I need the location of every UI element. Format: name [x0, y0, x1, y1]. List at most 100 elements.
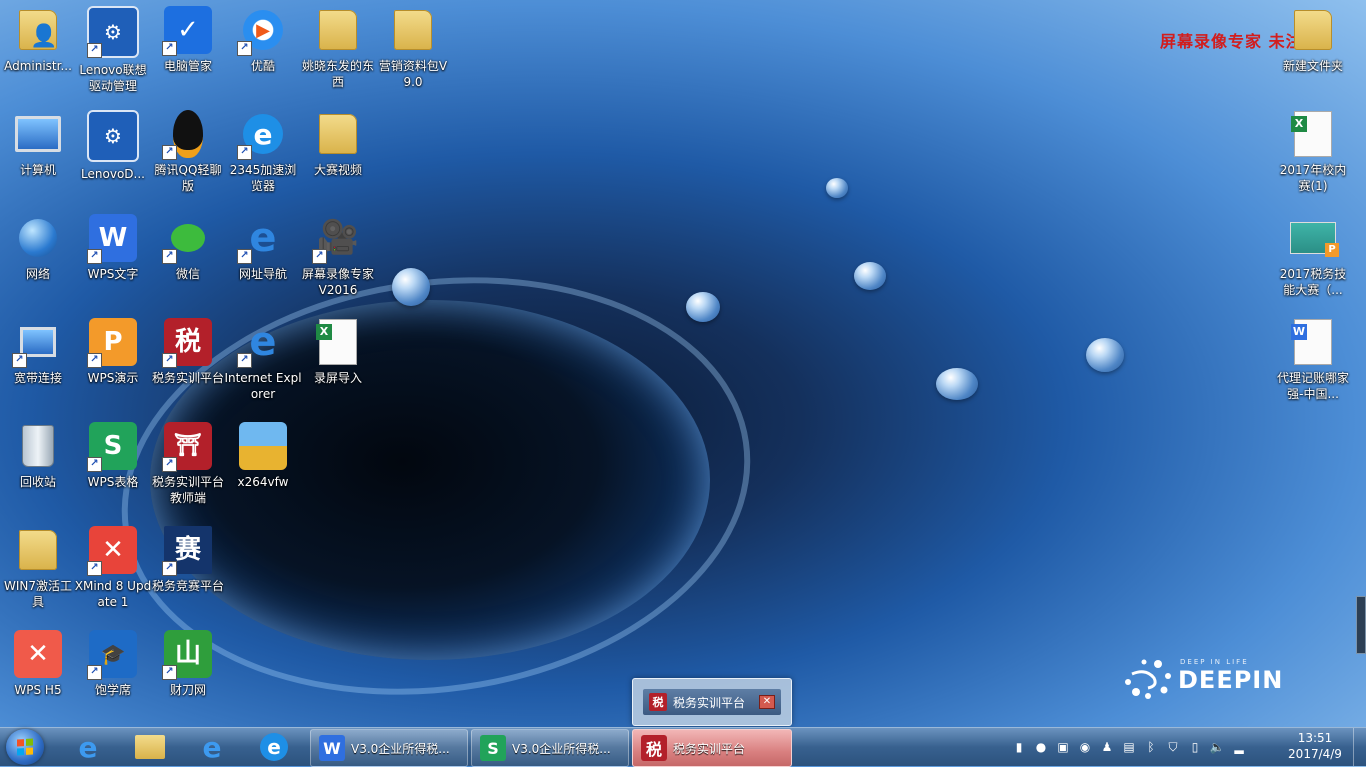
- desktop-icon-computer[interactable]: 计算机: [1, 110, 75, 178]
- taskbar-button-tax-training[interactable]: 税 税务实训平台: [632, 729, 792, 767]
- wechat-tray-icon[interactable]: ●: [1032, 738, 1050, 756]
- taskbar-button-label: V3.0企业所得税...: [512, 741, 611, 756]
- desktop-icon-tax-contest[interactable]: 赛 ↗ 税务竞赛平台: [151, 526, 225, 594]
- wps-spreadsheet-icon: S: [480, 735, 506, 761]
- water-drop: [854, 262, 886, 290]
- desktop-icon-youku[interactable]: ▶ ↗ 优酷: [226, 6, 300, 74]
- desktop-icon-label: Lenovo联想驱动管理: [79, 63, 147, 93]
- desktop-icon-label: 电脑管家: [163, 59, 212, 73]
- folder-icon: [314, 110, 362, 158]
- shield-icon[interactable]: ⛉: [1164, 738, 1182, 756]
- desktop-icon-administrator[interactable]: 👤 Administr...: [1, 6, 75, 74]
- qq-tray-icon[interactable]: ♟: [1098, 738, 1116, 756]
- clock-time: 13:51: [1297, 731, 1333, 745]
- system-clock[interactable]: 13:51 2017/4/9: [1282, 730, 1348, 762]
- desktop-icon-qq[interactable]: ↗ 腾讯QQ轻聊版: [151, 110, 225, 194]
- system-tray: ▮ ● ▣ ◉ ♟ ▤ ᛒ ⛉ ▯ 🔈 ▂: [1010, 737, 1248, 757]
- deepin-logo: DEEP IN LIFE DEEPIN: [1118, 652, 1288, 702]
- desktop-icon-yaoxiaodong-folder[interactable]: 姚晓东发的东西: [301, 6, 375, 90]
- desktop-icon-new-folder[interactable]: 新建文件夹: [1276, 6, 1350, 74]
- wechat-icon: ↗: [162, 214, 212, 264]
- signal-icon[interactable]: ▂: [1230, 738, 1248, 756]
- taskbar-button-wps-writer[interactable]: W V3.0企业所得税...: [310, 729, 468, 767]
- show-desktop-button[interactable]: [1353, 728, 1366, 766]
- desktop-icon-wechat[interactable]: ↗ 微信: [151, 214, 225, 282]
- tax-training-icon: 税: [641, 735, 667, 761]
- desktop-icon-marketing-folder[interactable]: 营销资料包V9.0: [376, 6, 450, 90]
- desktop-icon-lenovo-d[interactable]: ⚙ LenovoD...: [76, 110, 150, 182]
- desktop-icon-label: 网址导航: [238, 267, 287, 281]
- desktop-icon-tax-skill-ppt[interactable]: P 2017税务技能大赛（...: [1276, 214, 1350, 298]
- usb-icon[interactable]: ▮: [1010, 738, 1028, 756]
- desktop-icon-bookkeeping-doc[interactable]: W 代理记账哪家强-中国...: [1276, 318, 1350, 402]
- desktop-icon-tax-teacher[interactable]: ⛩ ↗ 税务实训平台教师端: [151, 422, 225, 506]
- desktop-icon-lenovo-driver[interactable]: ⚙ ↗ Lenovo联想驱动管理: [76, 6, 150, 94]
- desktop-icon-tax-training[interactable]: 税 ↗ 税务实训平台: [151, 318, 225, 386]
- desktop-icon-broadband[interactable]: ↗ 宽带连接: [1, 318, 75, 386]
- presentation-file-icon: P: [1289, 214, 1339, 262]
- security-icon[interactable]: ◉: [1076, 738, 1094, 756]
- tax-training-icon: 税 ↗: [162, 318, 212, 368]
- tax-training-icon: 税: [649, 693, 667, 711]
- preview-close-button[interactable]: ✕: [759, 695, 775, 709]
- desktop-icon-recycle-bin[interactable]: 回收站: [1, 422, 75, 490]
- youku-icon: ▶ ↗: [237, 6, 287, 56]
- archive-icon: [239, 422, 287, 470]
- desktop-icon-label: WPS文字: [87, 267, 139, 281]
- desktop-icon-network[interactable]: 网络: [1, 214, 75, 282]
- desktop-icon-wps-presentation[interactable]: P ↗ WPS演示: [76, 318, 150, 386]
- desktop-icon-ie[interactable]: e ↗ Internet Explorer: [224, 318, 302, 402]
- taskbar-thumbnail-preview[interactable]: 税 税务实训平台 ✕: [632, 678, 792, 726]
- volume-icon[interactable]: 🔈: [1208, 738, 1226, 756]
- desktop-icon-caidao[interactable]: 山 ↗ 财刀网: [151, 630, 225, 698]
- wps-writer-icon: W: [319, 735, 345, 761]
- user-folder-icon: 👤: [14, 6, 62, 54]
- desktop-icon-label: Internet Explorer: [224, 371, 302, 401]
- desktop-icon-label: 新建文件夹: [1282, 59, 1343, 73]
- preview-window-title[interactable]: 税 税务实训平台 ✕: [643, 689, 781, 715]
- side-scroll-handle[interactable]: [1356, 596, 1366, 654]
- baoxuexi-icon: 🎓 ↗: [87, 630, 137, 680]
- desktop-icon-pc-manager[interactable]: ✓ ↗ 电脑管家: [151, 6, 225, 74]
- desktop-icon-school-contest-xls[interactable]: X 2017年校内赛(1): [1276, 110, 1350, 194]
- monitor-icon[interactable]: ▤: [1120, 738, 1138, 756]
- device-icon[interactable]: ▯: [1186, 738, 1204, 756]
- desktop-icon-screen-recorder[interactable]: 🎥 ↗ 屏幕录像专家V2016: [301, 214, 375, 298]
- desktop-icon-label: 录屏导入: [313, 371, 362, 385]
- folder-icon: [314, 6, 362, 54]
- network-tray-icon[interactable]: ▣: [1054, 738, 1072, 756]
- desktop-icon-win7-activation[interactable]: WIN7激活工具: [1, 526, 75, 610]
- deepin-swirl-icon: [1125, 659, 1171, 699]
- water-drop: [936, 368, 978, 400]
- pinned-explorer[interactable]: [134, 732, 166, 762]
- desktop-icon-wps-writer[interactable]: W ↗ WPS文字: [76, 214, 150, 282]
- desktop-icon-label: x264vfw: [237, 475, 289, 489]
- pinned-2345-browser[interactable]: e: [258, 732, 290, 762]
- start-button[interactable]: [6, 729, 44, 765]
- taskbar-button-wps-spreadsheet[interactable]: S V3.0企业所得税...: [471, 729, 629, 767]
- desktop-icon-label: 计算机: [19, 163, 56, 177]
- wps-presentation-icon: P ↗: [87, 318, 137, 368]
- water-drop: [392, 268, 430, 306]
- desktop-icon-label: 微信: [175, 267, 200, 281]
- desktop-icon-label: 营销资料包V9.0: [378, 59, 448, 89]
- desktop-icon-ie-nav[interactable]: e ↗ 网址导航: [226, 214, 300, 282]
- desktop-icon-baoxuexi[interactable]: 🎓 ↗ 饱学席: [76, 630, 150, 698]
- lenovo-driver-icon: ⚙: [87, 110, 139, 162]
- desktop-icon-label: 屏幕录像专家V2016: [301, 267, 374, 297]
- pinned-ie[interactable]: e: [72, 731, 104, 764]
- desktop-icon-wps-h5[interactable]: ✕ WPS H5: [1, 630, 75, 698]
- desktop-icon-x264vfw[interactable]: x264vfw: [226, 422, 300, 490]
- desktop-icon-browser-2345[interactable]: e ↗ 2345加速浏览器: [226, 110, 300, 194]
- water-drop: [826, 178, 848, 198]
- desktop-icon-wps-spreadsheet[interactable]: S ↗ WPS表格: [76, 422, 150, 490]
- desktop-icon-xmind[interactable]: ✕ ↗ XMind 8 Update 1: [75, 526, 151, 610]
- desktop-icon-screen-import[interactable]: X 录屏导入: [301, 318, 375, 386]
- excel-file-icon: X: [314, 318, 362, 366]
- desktop-icon-contest-video-folder[interactable]: 大赛视频: [301, 110, 375, 178]
- preview-label: 税务实训平台: [673, 695, 746, 710]
- pinned-ie-nav[interactable]: e: [196, 731, 228, 764]
- bluetooth-icon[interactable]: ᛒ: [1142, 738, 1160, 756]
- clock-date: 2017/4/9: [1288, 747, 1342, 761]
- desktop-icon-label: 财刀网: [169, 683, 206, 697]
